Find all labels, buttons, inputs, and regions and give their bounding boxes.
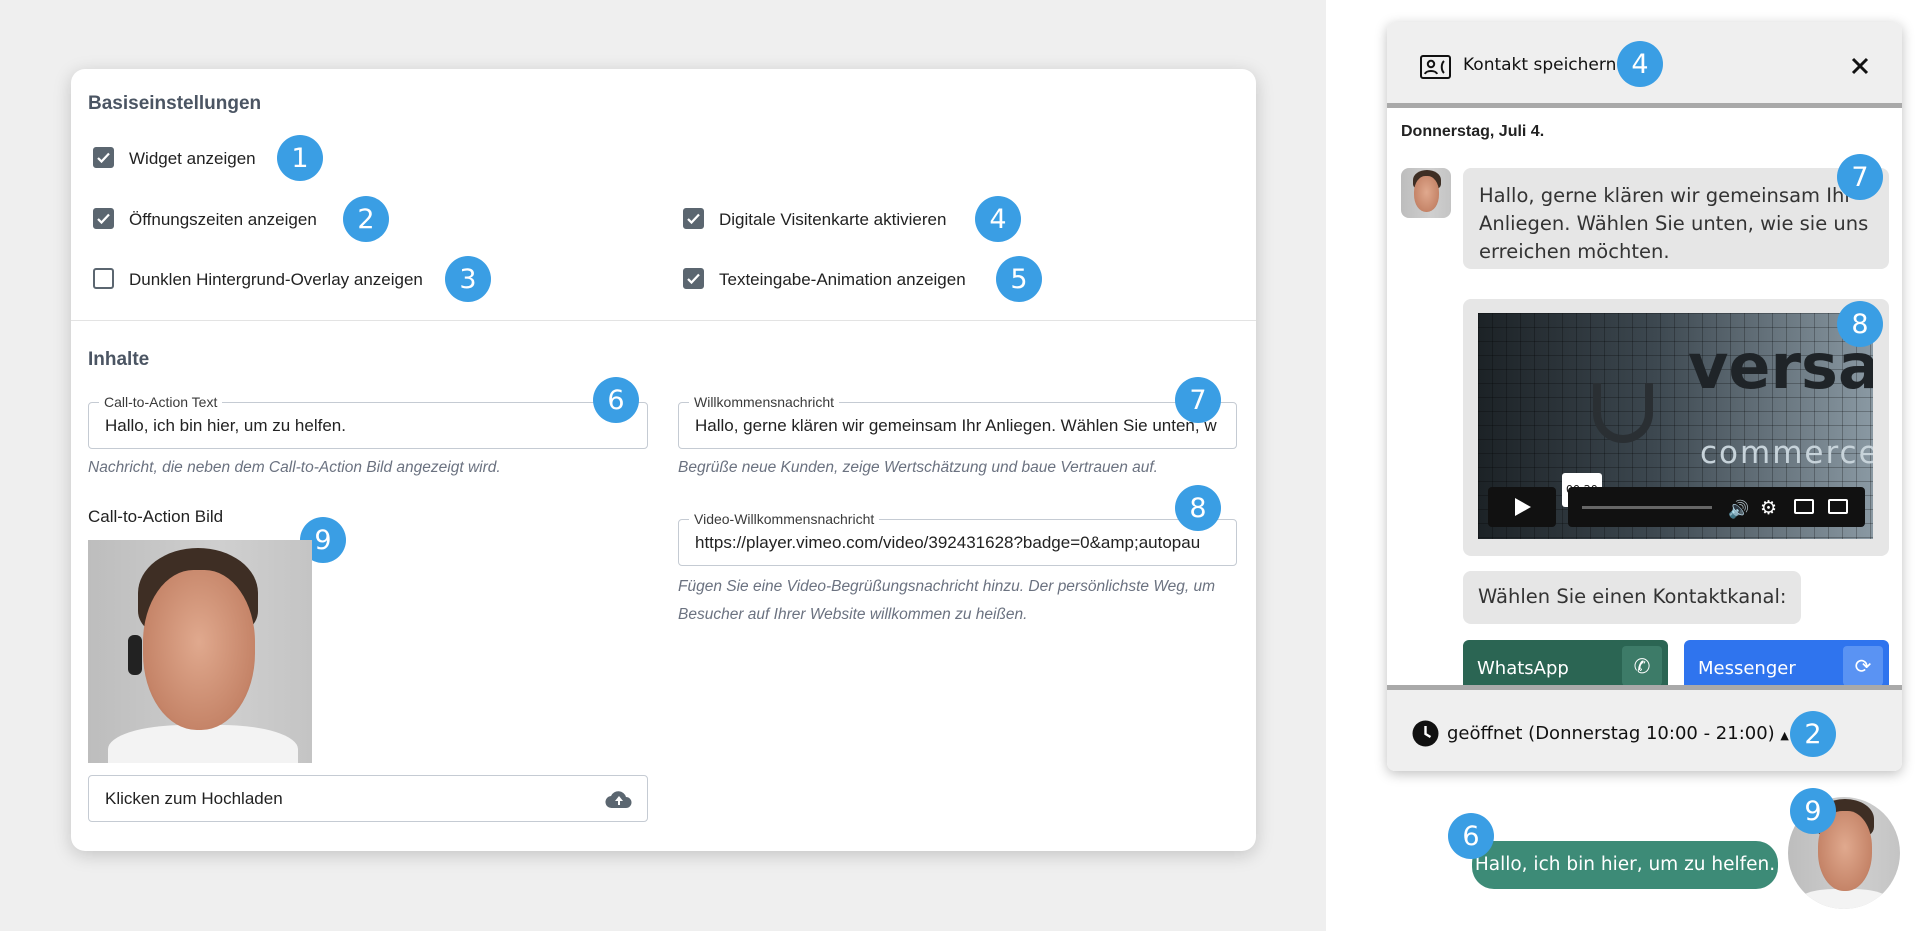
opening-status: geöffnet (Donnerstag 10:00 - 21:00) [1447, 723, 1775, 744]
checkbox-label: Öffnungszeiten anzeigen [129, 210, 317, 229]
volume-icon[interactable]: 🔊 [1728, 496, 1749, 524]
cta-image-label: Call-to-Action Bild [88, 507, 224, 526]
agent-avatar [1401, 168, 1451, 218]
checkbox-label: Digitale Visitenkarte aktivieren [719, 210, 947, 229]
close-icon[interactable] [1851, 57, 1869, 75]
badge: 6 [1448, 813, 1494, 859]
field-label: Willkommensnachricht [689, 393, 840, 411]
badge: 7 [1175, 377, 1221, 423]
settings-icon[interactable]: ⚙ [1760, 494, 1777, 522]
cta-image-preview [88, 540, 312, 763]
widget-footer: geöffnet (Donnerstag 10:00 - 21:00) ▲ 2 [1387, 685, 1902, 771]
content-heading: Inhalte [88, 349, 150, 370]
badge: 6 [593, 377, 639, 423]
checkbox-widget[interactable] [93, 147, 114, 168]
checkbox-typing-animation[interactable] [683, 268, 704, 289]
upload-label: Klicken zum Hochladen [105, 788, 283, 808]
badge: 3 [445, 256, 491, 302]
field-value: Hallo, ich bin hier, um zu helfen. [105, 415, 346, 435]
video-player[interactable]: versa commerce 00:20 🔊 ⚙ [1478, 313, 1873, 539]
whatsapp-label: WhatsApp [1477, 658, 1569, 679]
checkbox-label: Widget anzeigen [129, 149, 256, 168]
opening-hours-toggle[interactable]: geöffnet (Donnerstag 10:00 - 21:00) ▲ [1447, 723, 1789, 744]
whatsapp-button[interactable]: WhatsApp ✆ [1463, 640, 1668, 690]
upload-button[interactable]: Klicken zum Hochladen [88, 775, 648, 822]
badge: 8 [1175, 485, 1221, 531]
welcome-message-input[interactable]: Willkommensnachricht Hallo, gerne klären… [678, 393, 1237, 449]
field-label: Call-to-Action Text [99, 393, 223, 411]
video-message-input[interactable]: Video-Willkommensnachricht https://playe… [678, 510, 1237, 566]
save-contact-button[interactable]: Kontakt speichern [1463, 55, 1616, 75]
badge: 1 [277, 135, 323, 181]
video-bubble: versa commerce 00:20 🔊 ⚙ [1463, 299, 1889, 556]
badge: 4 [1617, 41, 1663, 87]
progress-bar[interactable] [1582, 506, 1712, 509]
cta-text-input[interactable]: Call-to-Action Text Hallo, ich bin hier,… [88, 393, 648, 449]
play-icon [1515, 498, 1531, 516]
channel-prompt: Wählen Sie einen Kontaktkanal: [1463, 571, 1802, 624]
badge: 7 [1837, 154, 1883, 200]
badge: 9 [1790, 788, 1836, 834]
checkbox-dark-overlay[interactable] [93, 268, 114, 289]
video-controls: 🔊 ⚙ [1568, 487, 1865, 527]
checkbox-label: Dunklen Hintergrund-Overlay anzeigen [129, 270, 423, 289]
checkbox-opening-hours[interactable] [93, 208, 114, 229]
chat-widget-preview: Kontakt speichern 4 Donnerstag, Juli 4. … [1387, 22, 1902, 771]
badge: 4 [975, 196, 1021, 242]
field-value: Hallo, gerne klären wir gemeinsam Ihr An… [695, 415, 1217, 435]
welcome-help: Begrüße neue Kunden, zeige Wertschätzung… [678, 459, 1158, 476]
video-help: Fügen Sie eine Video-Begrüßungsnachricht… [678, 578, 1216, 623]
checkbox-label: Texteingabe-Animation anzeigen [719, 270, 966, 289]
settings-card: Basiseinstellungen Widget anzeigen 1 Öff… [71, 69, 1256, 851]
caret-up-icon: ▲ [1780, 729, 1789, 742]
basic-settings-heading: Basiseinstellungen [88, 93, 262, 114]
video-brand-sub: commerce [1700, 435, 1873, 471]
whatsapp-icon: ✆ [1622, 646, 1662, 686]
play-button[interactable] [1488, 487, 1556, 527]
contact-card-icon [1420, 55, 1451, 79]
badge: 2 [1790, 711, 1836, 757]
messenger-icon: ⟳ [1843, 646, 1883, 686]
checkbox-digital-card[interactable] [683, 208, 704, 229]
cta-bubble[interactable]: Hallo, ich bin hier, um zu helfen. [1472, 841, 1778, 889]
video-brand: versa [1688, 330, 1873, 403]
field-label: Video-Willkommensnachricht [689, 510, 880, 528]
chat-date: Donnerstag, Juli 4. [1401, 123, 1545, 140]
cast-icon[interactable] [1794, 499, 1814, 514]
messenger-button[interactable]: Messenger ⟳ [1684, 640, 1889, 690]
welcome-bubble: Hallo, gerne klären wir gemeinsam Ihr An… [1463, 168, 1889, 269]
clock-icon [1412, 720, 1439, 747]
cloud-upload-icon [605, 791, 632, 809]
section-divider [71, 320, 1256, 321]
badge: 2 [343, 196, 389, 242]
field-value: https://player.vimeo.com/video/392431628… [695, 532, 1201, 552]
widget-header: Kontakt speichern 4 [1387, 22, 1902, 108]
badge: 5 [996, 256, 1042, 302]
badge: 8 [1837, 301, 1883, 347]
pip-icon[interactable] [1828, 499, 1848, 514]
messenger-label: Messenger [1698, 658, 1796, 679]
cta-text-help: Nachricht, die neben dem Call-to-Action … [88, 459, 501, 476]
